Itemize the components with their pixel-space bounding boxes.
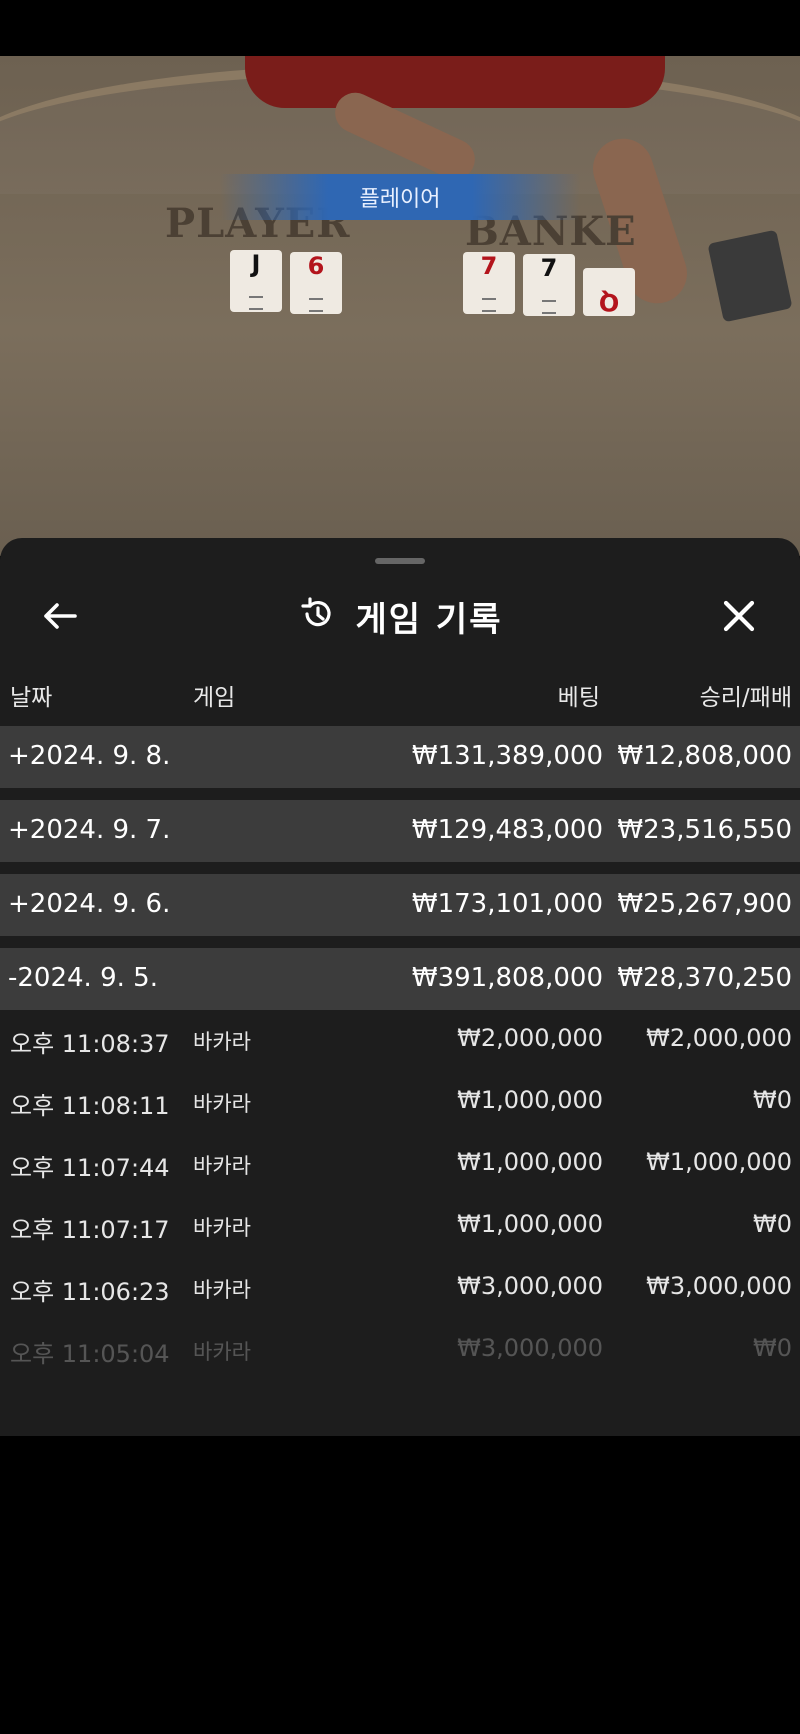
status-bar	[0, 0, 800, 56]
column-header-win: 승리/패배	[699, 685, 792, 711]
record-time: 오후 11:07:17	[10, 1216, 170, 1244]
drag-handle[interactable]	[375, 558, 425, 564]
game-history-sheet: 게임 기록 날짜 게임 베팅 승리/패배 +2024. 9. 8. ₩131,3…	[0, 538, 800, 1436]
game-record-row[interactable]: 오후 11:07:44 바카라 ₩1,000,000 ₩1,000,000	[0, 1134, 800, 1196]
game-record-row[interactable]: 오후 11:07:17 바카라 ₩1,000,000 ₩0	[0, 1196, 800, 1258]
card-rank: 7	[480, 252, 498, 280]
record-win: ₩0	[753, 1210, 792, 1238]
game-record-row[interactable]: 오후 11:08:11 바카라 ₩1,000,000 ₩0	[0, 1072, 800, 1134]
day-bet-total: ₩131,389,000	[411, 741, 603, 771]
record-bet: ₩1,000,000	[457, 1210, 603, 1238]
arrow-left-icon	[42, 601, 78, 635]
live-video-feed[interactable]: PLAYER BANKE 플레이어 J 6 7 7 Q	[0, 56, 800, 556]
record-bet: ₩1,000,000	[457, 1148, 603, 1176]
day-date: +2024. 9. 6.	[8, 889, 171, 919]
record-win: ₩0	[753, 1334, 792, 1362]
card-face	[482, 298, 496, 312]
title-group: 게임 기록	[0, 576, 800, 656]
sheet-header: 게임 기록	[0, 576, 800, 656]
bottom-area	[0, 1436, 800, 1734]
record-bet: ₩3,000,000	[457, 1272, 603, 1300]
player-card: J	[230, 250, 282, 312]
day-row[interactable]: +2024. 9. 8. ₩131,389,000 ₩12,808,000	[0, 726, 800, 788]
record-win: ₩3,000,000	[646, 1272, 792, 1300]
record-game: 바카라	[193, 1340, 251, 1364]
banker-card: 7	[523, 254, 575, 316]
day-win-total: ₩23,516,550	[617, 815, 792, 845]
record-time: 오후 11:07:44	[10, 1154, 170, 1182]
record-time: 오후 11:08:11	[10, 1092, 170, 1120]
card-shoe	[707, 229, 793, 323]
history-list: +2024. 9. 8. ₩131,389,000 ₩12,808,000 +2…	[0, 726, 800, 1382]
day-row[interactable]: +2024. 9. 7. ₩129,483,000 ₩23,516,550	[0, 800, 800, 862]
record-bet: ₩3,000,000	[457, 1334, 603, 1362]
card-rank: Q	[598, 288, 620, 316]
record-time: 오후 11:08:37	[10, 1030, 170, 1058]
game-record-row[interactable]: 오후 11:08:37 바카라 ₩2,000,000 ₩2,000,000	[0, 1010, 800, 1072]
day-date: +2024. 9. 8.	[8, 741, 171, 771]
day-bet-total: ₩173,101,000	[411, 889, 603, 919]
card-rank: 6	[307, 252, 325, 280]
day-bet-total: ₩391,808,000	[411, 963, 603, 993]
day-win-total: ₩25,267,900	[617, 889, 792, 919]
player-banner-label: 플레이어	[359, 187, 441, 212]
player-banner: 플레이어	[220, 174, 580, 220]
record-game: 바카라	[193, 1030, 251, 1054]
sheet-title: 게임 기록	[355, 599, 503, 640]
banker-card: Q	[583, 268, 635, 316]
game-record-row[interactable]: 오후 11:06:23 바카라 ₩3,000,000 ₩3,000,000	[0, 1258, 800, 1320]
day-win-total: ₩12,808,000	[617, 741, 792, 771]
day-row-expanded[interactable]: -2024. 9. 5. ₩391,808,000 ₩28,370,250	[0, 948, 800, 1010]
back-button[interactable]	[36, 594, 84, 642]
card-face	[249, 296, 263, 310]
record-bet: ₩2,000,000	[457, 1024, 603, 1052]
record-game: 바카라	[193, 1092, 251, 1116]
card-rank: J	[251, 250, 261, 278]
history-icon	[298, 594, 338, 638]
card-face	[542, 300, 556, 314]
record-time: 오후 11:06:23	[10, 1278, 170, 1306]
column-header-game: 게임	[193, 685, 236, 711]
column-header-date: 날짜	[10, 685, 53, 711]
record-game: 바카라	[193, 1154, 251, 1178]
day-date: +2024. 9. 7.	[8, 815, 171, 845]
day-row[interactable]: +2024. 9. 6. ₩173,101,000 ₩25,267,900	[0, 874, 800, 936]
close-button[interactable]	[715, 594, 763, 642]
close-icon	[722, 599, 756, 637]
card-rank: 7	[540, 254, 558, 282]
record-win: ₩1,000,000	[646, 1148, 792, 1176]
record-time: 오후 11:05:04	[10, 1340, 170, 1368]
column-header-bet: 베팅	[557, 685, 600, 711]
game-record-row[interactable]: 오후 11:05:04 바카라 ₩3,000,000 ₩0	[0, 1320, 800, 1382]
record-win: ₩0	[753, 1086, 792, 1114]
card-face	[309, 298, 323, 312]
day-date: -2024. 9. 5.	[8, 963, 158, 993]
day-win-total: ₩28,370,250	[617, 963, 792, 993]
record-game: 바카라	[193, 1216, 251, 1240]
record-game: 바카라	[193, 1278, 251, 1302]
day-bet-total: ₩129,483,000	[411, 815, 603, 845]
dealer	[245, 56, 665, 108]
banker-card: 7	[463, 252, 515, 314]
record-bet: ₩1,000,000	[457, 1086, 603, 1114]
record-win: ₩2,000,000	[646, 1024, 792, 1052]
player-card: 6	[290, 252, 342, 314]
